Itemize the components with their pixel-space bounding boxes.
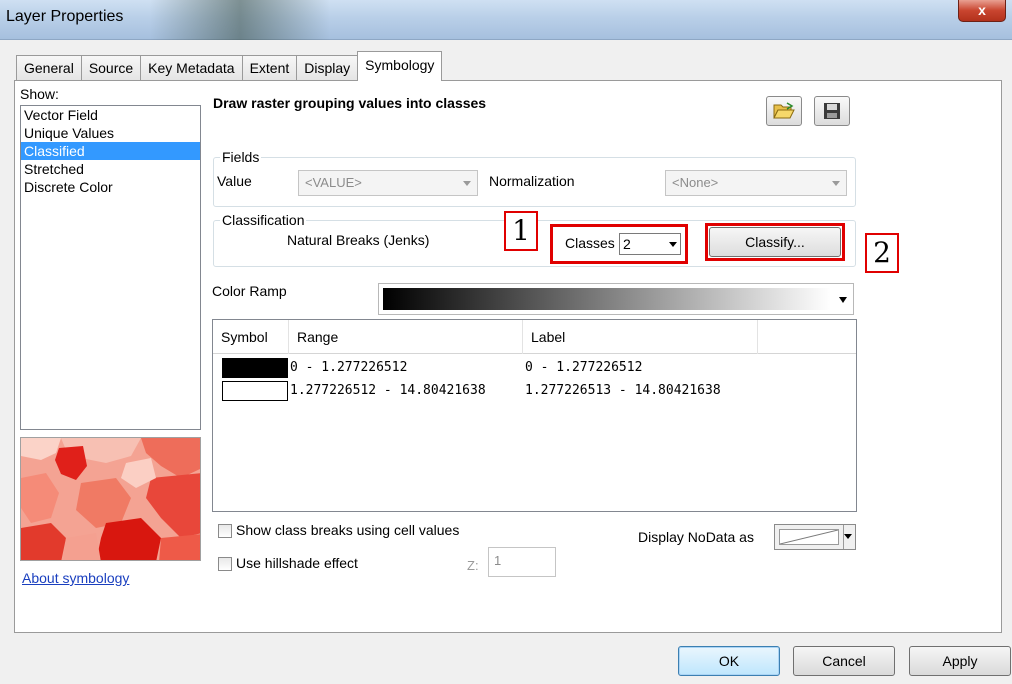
chevron-down-icon: [832, 181, 840, 186]
renderer-item-stretched[interactable]: Stretched: [21, 160, 200, 178]
folder-open-icon: [773, 102, 795, 119]
class-label[interactable]: 1.277226513 - 14.80421638: [525, 380, 721, 402]
callout-1: 1: [504, 211, 538, 251]
about-symbology-link[interactable]: About symbology: [22, 570, 129, 586]
renderer-list: Vector Field Unique Values Classified St…: [20, 105, 201, 430]
class-table: Symbol Range Label 0 - 1.277226512 0 - 1…: [212, 319, 857, 512]
column-header-range[interactable]: Range: [289, 320, 523, 354]
open-symbology-button[interactable]: [766, 96, 802, 126]
class-range[interactable]: 0 - 1.277226512: [290, 357, 407, 379]
classes-dropdown[interactable]: 2: [619, 233, 681, 255]
class-table-header: Symbol Range Label: [213, 320, 856, 354]
cancel-button[interactable]: Cancel: [793, 646, 895, 676]
hillshade-label: Use hillshade effect: [236, 555, 358, 571]
renderer-item-unique-values[interactable]: Unique Values: [21, 124, 200, 142]
column-header-symbol[interactable]: Symbol: [213, 320, 289, 354]
class-symbol-swatch[interactable]: [222, 381, 288, 401]
value-dropdown-text: <VALUE>: [305, 175, 362, 190]
class-label[interactable]: 0 - 1.277226512: [525, 357, 642, 379]
window-title: Layer Properties: [6, 8, 124, 25]
title-bar: Layer Properties x: [0, 0, 1012, 40]
renderer-item-classified[interactable]: Classified: [21, 142, 200, 160]
hillshade-checkbox[interactable]: [218, 557, 232, 571]
value-dropdown[interactable]: <VALUE>: [298, 170, 478, 196]
show-label: Show:: [20, 86, 59, 102]
value-label: Value: [217, 173, 252, 189]
class-symbol-swatch[interactable]: [222, 358, 288, 378]
color-ramp-gradient: [383, 288, 831, 310]
chevron-down-icon: [669, 242, 677, 247]
preview-map-graphic: [21, 438, 200, 560]
nodata-label: Display NoData as: [638, 529, 754, 545]
title-bar-background: [150, 0, 330, 40]
chevron-down-icon: [844, 534, 852, 539]
tab-display[interactable]: Display: [296, 55, 359, 81]
normalization-label: Normalization: [489, 173, 575, 189]
no-color-icon: [779, 529, 839, 545]
color-ramp-label: Color Ramp: [212, 283, 287, 299]
classes-value: 2: [623, 236, 631, 252]
save-symbology-button[interactable]: [814, 96, 850, 126]
apply-button[interactable]: Apply: [909, 646, 1011, 676]
callout-2: 2: [865, 233, 899, 273]
chevron-down-icon: [463, 181, 471, 186]
nodata-color-swatch: [779, 529, 839, 545]
classification-group-label: Classification: [220, 212, 307, 228]
tab-key-metadata[interactable]: Key Metadata: [140, 55, 243, 81]
show-class-breaks-checkbox[interactable]: [218, 524, 232, 538]
z-factor-input[interactable]: 1: [488, 547, 556, 577]
z-factor-label: Z:: [467, 558, 479, 573]
class-range[interactable]: 1.277226512 - 14.80421638: [290, 380, 486, 402]
symbology-preview-image: [20, 437, 201, 561]
table-row[interactable]: 0 - 1.277226512 0 - 1.277226512: [213, 357, 856, 379]
color-ramp-dropdown[interactable]: [378, 283, 854, 315]
column-header-label[interactable]: Label: [523, 320, 758, 354]
table-row[interactable]: 1.277226512 - 14.80421638 1.277226513 - …: [213, 380, 856, 402]
chevron-down-icon: [839, 297, 847, 303]
nodata-color-dropdown[interactable]: [774, 524, 856, 550]
ok-button[interactable]: OK: [678, 646, 780, 676]
classify-button[interactable]: Classify...: [709, 227, 841, 257]
classes-label: Classes: [565, 235, 615, 251]
column-header-empty: [758, 320, 856, 354]
floppy-save-icon: [824, 103, 840, 119]
normalization-dropdown[interactable]: <None>: [665, 170, 847, 196]
renderer-heading: Draw raster grouping values into classes: [213, 95, 487, 111]
show-class-breaks-label: Show class breaks using cell values: [236, 522, 460, 538]
renderer-item-discrete-color[interactable]: Discrete Color: [21, 178, 200, 196]
close-button[interactable]: x: [958, 0, 1006, 22]
tab-symbology[interactable]: Symbology: [357, 51, 443, 81]
classification-method: Natural Breaks (Jenks): [287, 232, 430, 248]
tab-extent[interactable]: Extent: [241, 55, 298, 81]
tab-source[interactable]: Source: [80, 55, 142, 81]
renderer-item-vector-field[interactable]: Vector Field: [21, 106, 200, 124]
tab-bar: General Source Key Metadata Extent Displ…: [16, 51, 443, 81]
normalization-dropdown-text: <None>: [672, 175, 719, 190]
fields-group-label: Fields: [220, 149, 262, 165]
tab-general[interactable]: General: [16, 55, 82, 81]
